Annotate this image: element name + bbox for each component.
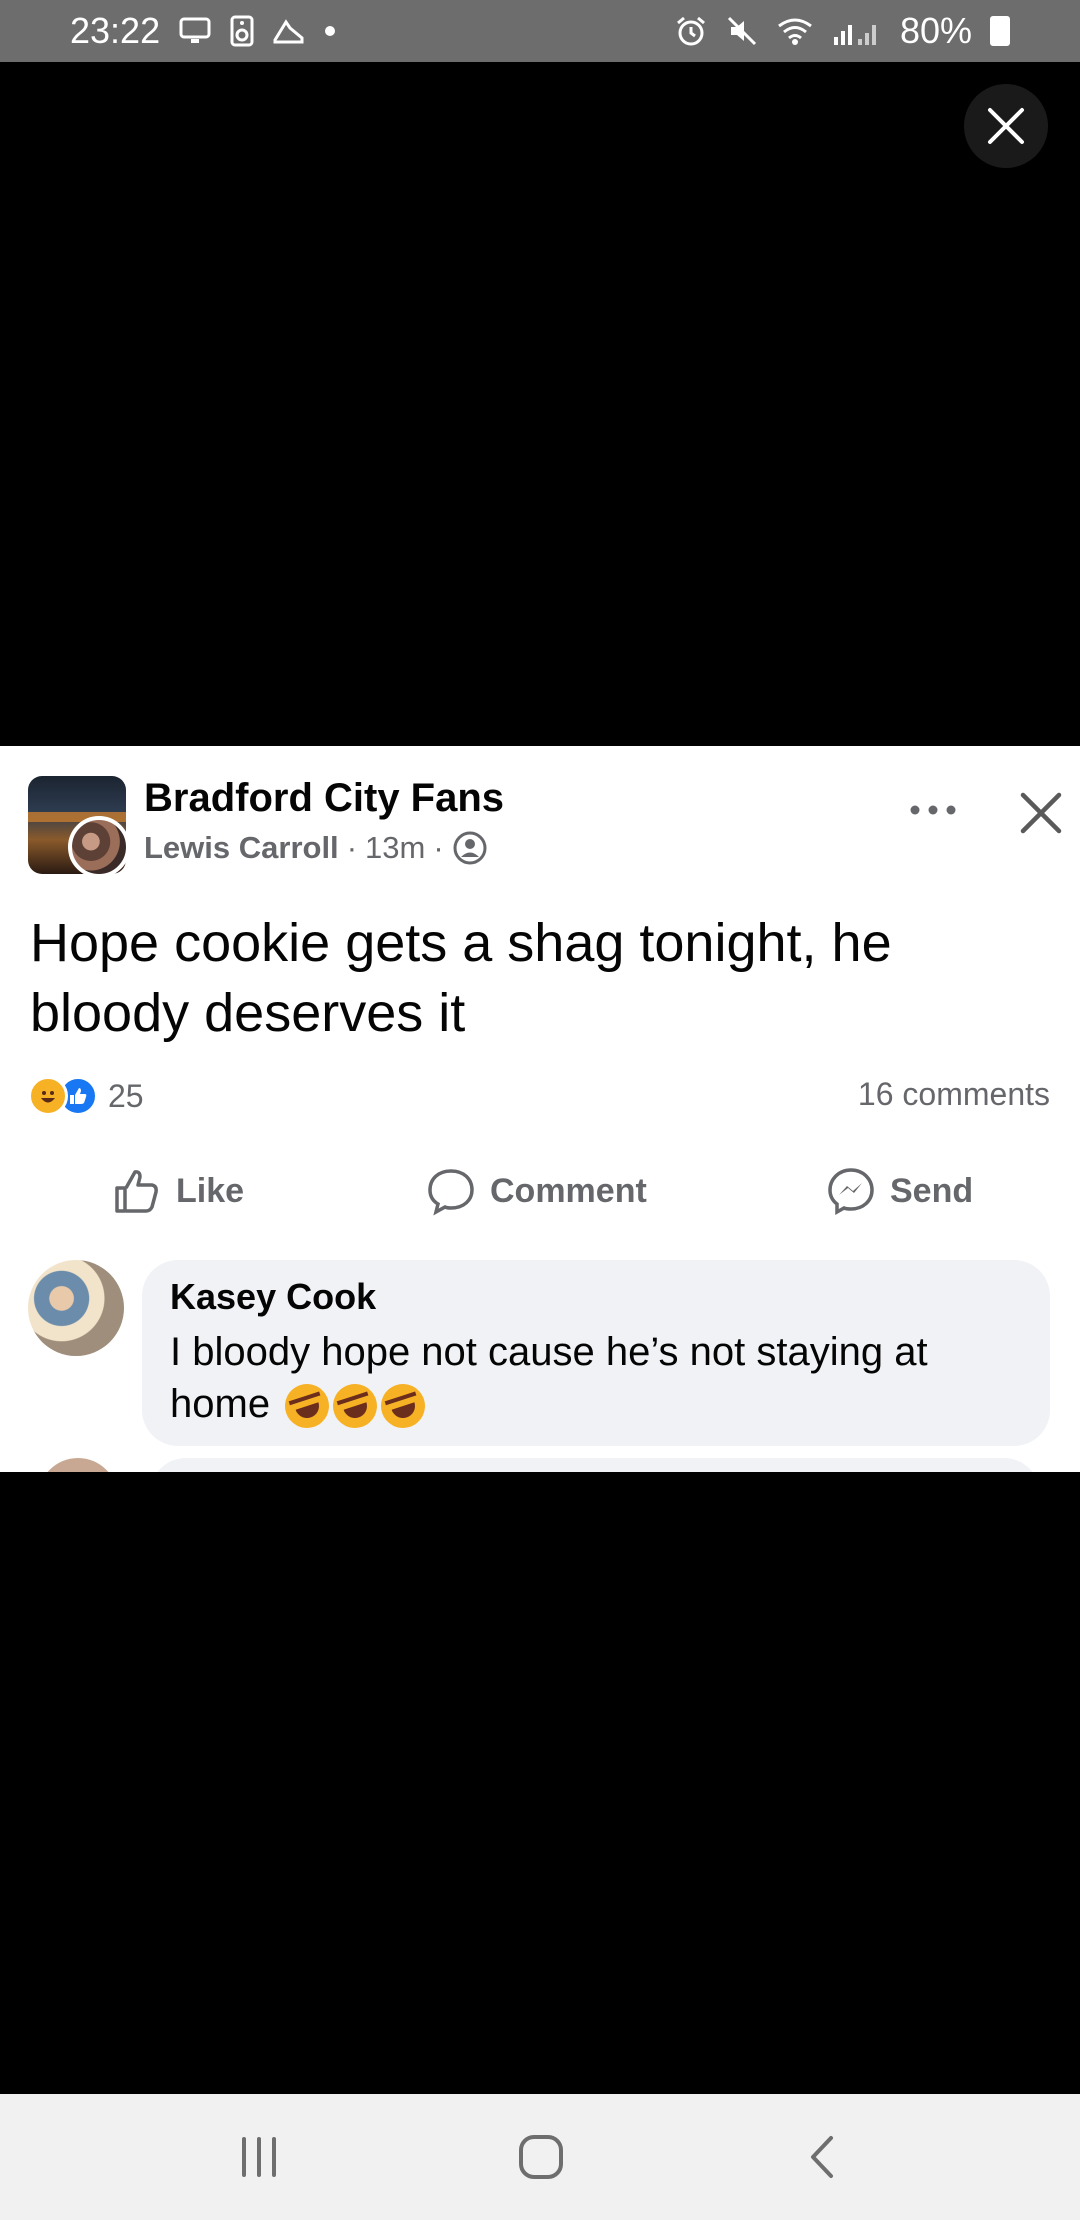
meta-separator: ·	[433, 830, 444, 865]
post-text: Hope cookie gets a shag tonight, he bloo…	[30, 913, 892, 1043]
close-viewer-button[interactable]	[964, 84, 1048, 168]
post-time[interactable]: 13m	[365, 830, 425, 866]
comment-label: Comment	[490, 1171, 647, 1210]
close-icon	[1020, 792, 1062, 834]
recent-apps-icon	[242, 2137, 276, 2177]
post-actions: Like Comment Send	[0, 1156, 1080, 1226]
commenter-name[interactable]: Kasey Cook	[170, 1276, 1022, 1318]
back-button[interactable]	[788, 2124, 858, 2190]
speaker-icon	[230, 15, 254, 47]
reaction-count: 25	[108, 1077, 144, 1114]
next-comment-bubble[interactable]	[150, 1458, 1040, 1472]
sport-shoe-icon	[272, 16, 306, 46]
rofl-emoji-icon	[279, 1378, 335, 1435]
post-meta: Lewis Carroll · 13m ·	[144, 830, 488, 866]
thumbs-up-icon	[115, 1170, 158, 1213]
home-icon	[519, 2135, 563, 2179]
comment-body: I bloody hope not cause he’s not staying…	[170, 1330, 928, 1426]
status-time: 23:22	[70, 10, 161, 51]
commenter-avatar[interactable]	[28, 1260, 124, 1356]
like-label: Like	[176, 1171, 245, 1210]
system-nav-bar	[0, 2094, 1080, 2220]
battery-percent: 80%	[899, 10, 972, 51]
group-name[interactable]: Bradford City Fans	[144, 776, 504, 821]
dot-icon	[324, 25, 336, 37]
status-right: 80%	[674, 10, 1010, 52]
more-icon	[910, 805, 956, 815]
haha-reaction-icon	[28, 1076, 68, 1116]
rofl-emoji-icon	[327, 1378, 383, 1435]
comment-item: Kasey Cook I bloody hope not cause he’s …	[28, 1260, 1050, 1450]
post-header: Bradford City Fans Lewis Carroll · 13m ·	[28, 776, 1062, 878]
screen-mirror-icon	[178, 16, 212, 46]
comment-button[interactable]: Comment	[426, 1156, 647, 1226]
recent-apps-button[interactable]	[224, 2124, 294, 2190]
like-button[interactable]: Like	[112, 1156, 244, 1226]
messenger-icon	[828, 1168, 874, 1216]
next-commenter-avatar[interactable]	[38, 1458, 118, 1472]
close-post-button[interactable]	[1006, 778, 1076, 848]
reactions-summary[interactable]: 25	[28, 1076, 144, 1116]
comment-icon	[428, 1169, 474, 1216]
wifi-icon	[776, 16, 814, 46]
alarm-icon	[674, 15, 708, 47]
back-icon	[811, 2136, 833, 2178]
post-card: Bradford City Fans Lewis Carroll · 13m ·…	[0, 746, 1080, 1472]
battery-icon	[990, 16, 1010, 46]
home-button[interactable]	[506, 2124, 576, 2190]
send-button[interactable]: Send	[826, 1156, 973, 1226]
meta-separator: ·	[346, 830, 358, 865]
author-avatar[interactable]	[68, 816, 130, 878]
more-options-button[interactable]	[898, 790, 968, 830]
signal-icon	[832, 15, 882, 47]
close-icon	[988, 108, 1024, 144]
status-left: 23:22	[70, 10, 336, 52]
author-name[interactable]: Lewis Carroll	[144, 830, 339, 866]
status-bar: 23:22 80%	[0, 0, 1080, 62]
audience-icon	[453, 831, 487, 865]
rofl-emoji-icon	[375, 1378, 431, 1435]
send-label: Send	[890, 1171, 974, 1210]
comment-count[interactable]: 16 comments	[858, 1076, 1050, 1113]
comment-bubble[interactable]: Kasey Cook I bloody hope not cause he’s …	[142, 1260, 1050, 1446]
mute-icon	[726, 15, 758, 47]
comment-text: I bloody hope not cause he’s not staying…	[170, 1326, 1022, 1435]
